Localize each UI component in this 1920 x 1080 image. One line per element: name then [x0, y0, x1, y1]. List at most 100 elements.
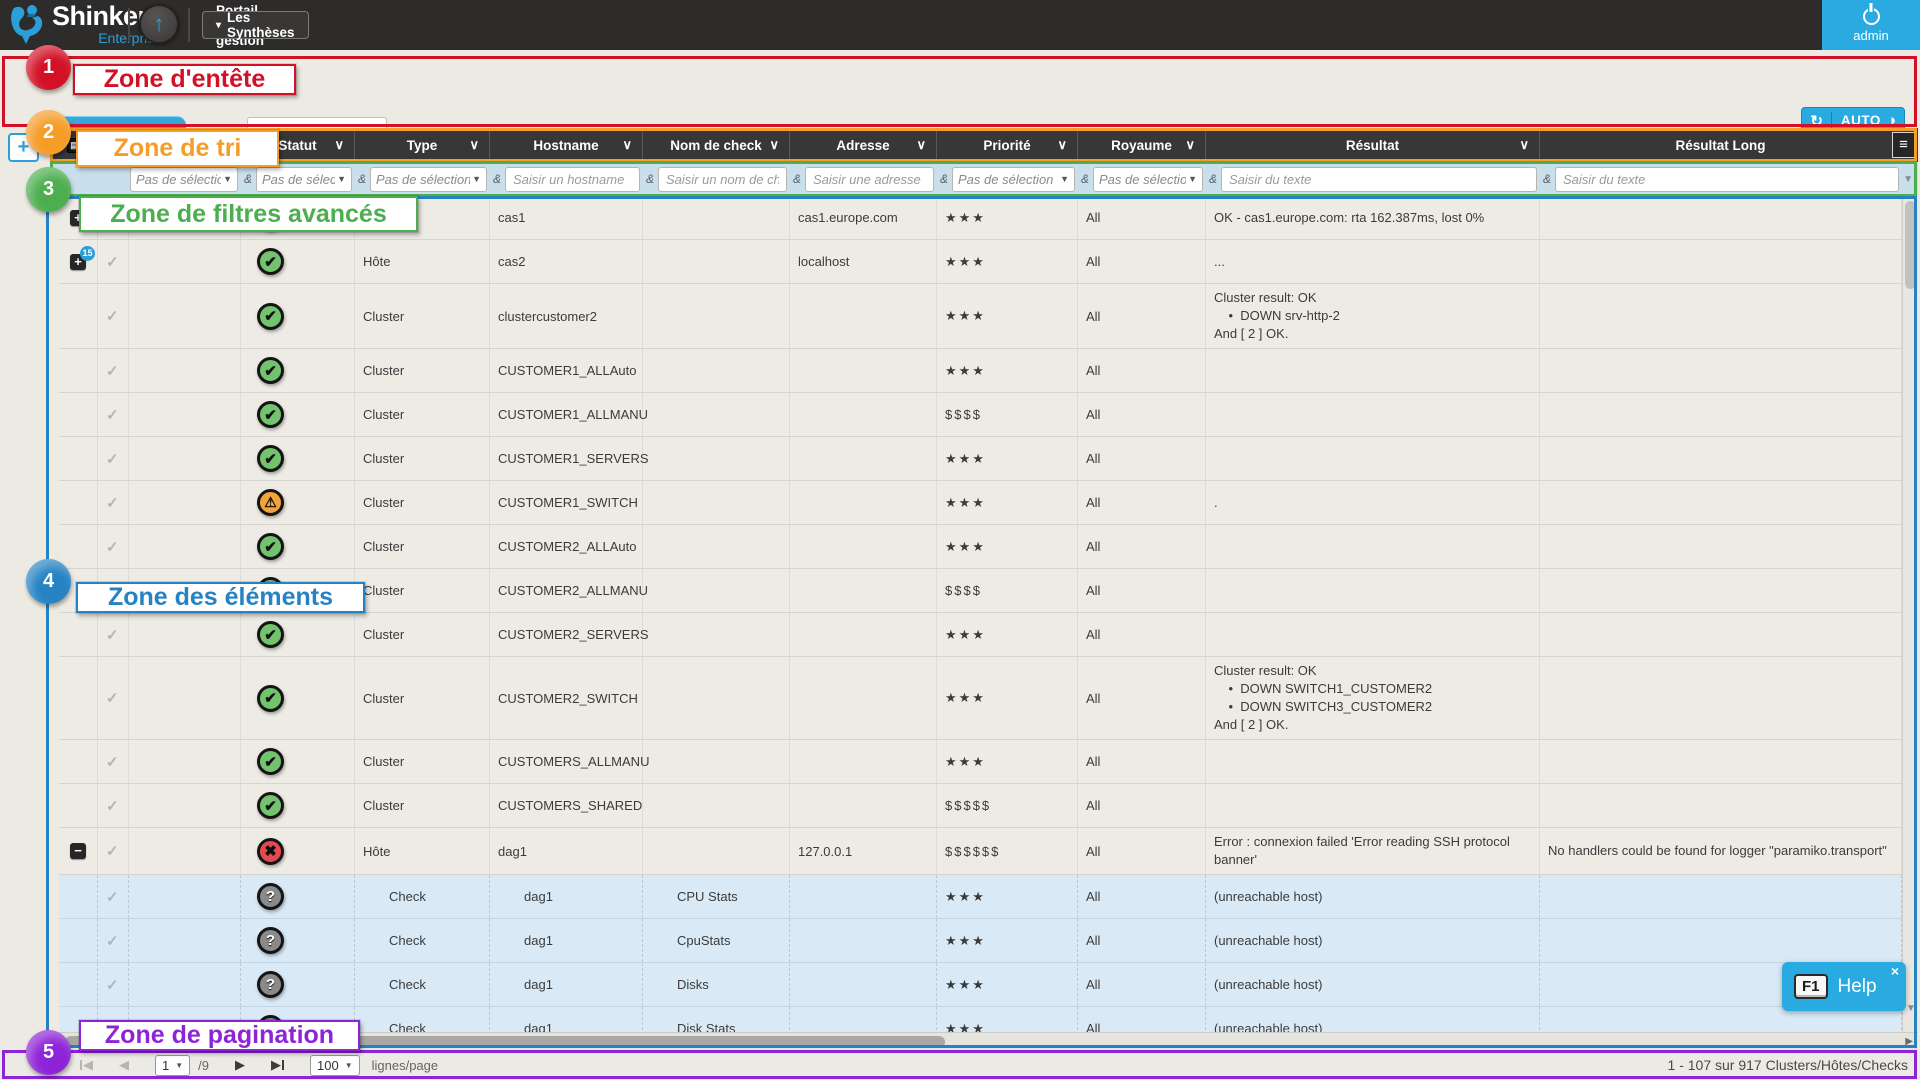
previous-page-button[interactable]: ◀ — [119, 1057, 129, 1073]
table-row[interactable]: ✓✔ClusterCUSTOMER1_ALLAuto★★★All — [59, 349, 1902, 393]
help-popup[interactable]: F1 Help × — [1782, 962, 1906, 1011]
table-row[interactable]: ✓✔ClusterCUSTOMER2_ALLAuto★★★All — [59, 525, 1902, 569]
page-select[interactable]: 1 ▼ — [155, 1055, 190, 1076]
annotation-number-5: 5 — [26, 1030, 71, 1075]
cell-select: ✓ — [98, 657, 129, 739]
cell-expand — [59, 349, 98, 392]
table-row[interactable]: ✓✔Clusterclustercustomer2★★★AllCluster r… — [59, 284, 1902, 349]
filter-input-9[interactable] — [1555, 167, 1899, 192]
first-page-button[interactable]: ◀ — [80, 1057, 93, 1073]
header-cell-hostname[interactable]: Hostname∨ — [490, 128, 643, 162]
row-select-check[interactable]: ✓ — [106, 797, 119, 815]
filter-input-4[interactable] — [658, 167, 787, 192]
close-icon[interactable]: × — [1891, 963, 1899, 979]
admin-user-button[interactable]: admin — [1822, 0, 1920, 50]
table-row[interactable]: −✓✖Hôtedag1127.0.0.1$$$$$$AllError : con… — [59, 828, 1902, 875]
scroll-down-icon[interactable]: ▼ — [1906, 1003, 1916, 1014]
collapse-icon[interactable]: − — [70, 843, 86, 859]
table-row[interactable]: ✓✔ClusterCUSTOMERS_ALLMANU★★★All — [59, 740, 1902, 784]
filter-input-8[interactable] — [1221, 167, 1537, 192]
cell-result-long — [1540, 437, 1902, 480]
page-size-select[interactable]: 100 ▼ — [310, 1055, 360, 1076]
table-row[interactable]: ✓⚠ClusterCUSTOMER1_SWITCH★★★All. — [59, 481, 1902, 525]
header-cell-type[interactable]: Type∨ — [355, 128, 490, 162]
row-select-check[interactable]: ✓ — [106, 976, 119, 994]
cell-result: OK - cas1.europe.com: rta 162.387ms, los… — [1206, 196, 1540, 239]
table-row[interactable]: ✓?Checkdag1CPU Stats★★★All(unreachable h… — [59, 875, 1902, 919]
table-row[interactable]: ✓?Checkdag1Disks★★★All(unreachable host) — [59, 963, 1902, 1007]
cell-priority: $$$$ — [937, 393, 1078, 436]
chevron-down-icon[interactable]: ∨ — [1185, 137, 1195, 153]
row-select-check[interactable]: ✓ — [106, 753, 119, 771]
table-row[interactable]: ✓?Checkdag1CpuStats★★★All(unreachable ho… — [59, 919, 1902, 963]
header-cell-r-sultat[interactable]: Résultat∨ — [1206, 128, 1540, 162]
cell-result-long — [1540, 657, 1902, 739]
cell-expand — [59, 657, 98, 739]
filter-input-3[interactable] — [505, 167, 640, 192]
header-cell-nom-de-check[interactable]: Nom de check∨ — [643, 128, 790, 162]
cell-result — [1206, 349, 1540, 392]
chevron-down-icon[interactable]: ∨ — [334, 137, 344, 153]
table-row[interactable]: ✓✔ClusterCUSTOMER2_SWITCH★★★AllCluster r… — [59, 657, 1902, 740]
row-select-check[interactable]: ✓ — [106, 842, 119, 860]
expand-icon[interactable]: +15 — [70, 254, 86, 270]
row-select-check[interactable]: ✓ — [106, 538, 119, 556]
and-operator: & — [356, 172, 370, 186]
ok-status-icon: ✔ — [257, 792, 284, 819]
cell-expand — [59, 481, 98, 524]
next-page-button[interactable]: ▶ — [235, 1057, 245, 1073]
header-cell-label: Adresse — [836, 138, 889, 153]
cell-select: ✓ — [98, 784, 129, 827]
vertical-scrollbar[interactable]: ▼ — [1902, 196, 1918, 1032]
chevron-down-icon[interactable]: ∨ — [469, 137, 479, 153]
row-select-check[interactable]: ✓ — [106, 689, 119, 707]
cell-status: ✔ — [241, 393, 355, 436]
chevron-down-icon[interactable]: ∨ — [769, 137, 779, 153]
cell-select: ✓ — [98, 349, 129, 392]
cell-realm: All — [1078, 963, 1206, 1006]
row-select-check[interactable]: ✓ — [106, 494, 119, 512]
header-cell-r-sultat-long[interactable]: Résultat Long — [1540, 128, 1902, 162]
row-select-check[interactable]: ✓ — [106, 888, 119, 906]
cell-result-long — [1540, 284, 1902, 348]
refresh-icon[interactable]: ↻ — [1802, 112, 1832, 130]
table-row[interactable]: ✓✔ClusterCUSTOMERS_SHARED$$$$$All — [59, 784, 1902, 828]
scroll-right-icon[interactable]: ▶ — [1905, 1036, 1913, 1047]
chevron-down-icon[interactable]: ∨ — [622, 137, 632, 153]
header-cell-royaume[interactable]: Royaume∨ — [1078, 128, 1206, 162]
annotation-label-1: Zone d'entête — [73, 64, 296, 95]
table-row[interactable]: ✓✔ClusterCUSTOMER1_ALLMANU$$$$All — [59, 393, 1902, 437]
filter-input-5[interactable] — [805, 167, 934, 192]
header-cell-priorit-[interactable]: Priorité∨ — [937, 128, 1078, 162]
vertical-scrollbar-thumb[interactable] — [1905, 201, 1916, 289]
filter-select-7[interactable]: Pas de sélection▼ — [1093, 167, 1203, 192]
filter-select-2[interactable]: Pas de sélection▼ — [370, 167, 487, 192]
row-select-check[interactable]: ✓ — [106, 450, 119, 468]
nav-button-les-synth-ses[interactable]: ▾Les Synthèses — [202, 11, 309, 39]
table-row[interactable]: +15✓✔Hôtecas2localhost★★★All... — [59, 240, 1902, 284]
row-select-check[interactable]: ✓ — [106, 626, 119, 644]
chevron-down-icon[interactable]: ∨ — [1057, 137, 1067, 153]
cell-result: ... — [1206, 240, 1540, 283]
row-select-check[interactable]: ✓ — [106, 932, 119, 950]
cell-expand — [59, 784, 98, 827]
filter-select-1[interactable]: Pas de sélection▼ — [256, 167, 352, 192]
filter-select-6[interactable]: Pas de sélection▼ — [952, 167, 1075, 192]
filter-select-0[interactable]: Pas de sélection▼ — [130, 167, 238, 192]
filter-options-icon[interactable]: ▼ — [1903, 174, 1913, 185]
table-row[interactable]: ✓✔ClusterCUSTOMER1_SERVERS★★★All — [59, 437, 1902, 481]
column-menu-button[interactable]: ≡ — [1892, 132, 1915, 158]
table-row[interactable]: ✓✔ClusterCUSTOMER2_SERVERS★★★All — [59, 613, 1902, 657]
cell-type: Cluster — [355, 284, 490, 348]
filter-cell: &Pas de sélection▼ — [355, 162, 490, 196]
filter-cell: &Pas de sélection▼ — [1078, 162, 1206, 196]
chevron-down-icon[interactable]: ∨ — [1519, 137, 1529, 153]
row-select-check[interactable]: ✓ — [106, 253, 119, 271]
chevron-down-icon[interactable]: ∨ — [916, 137, 926, 153]
scroll-top-button[interactable]: ↑ — [139, 4, 179, 44]
last-page-button[interactable]: ▶ — [271, 1057, 284, 1073]
row-select-check[interactable]: ✓ — [106, 362, 119, 380]
row-select-check[interactable]: ✓ — [106, 406, 119, 424]
row-select-check[interactable]: ✓ — [106, 307, 119, 325]
header-cell-adresse[interactable]: Adresse ∨ — [790, 128, 937, 162]
